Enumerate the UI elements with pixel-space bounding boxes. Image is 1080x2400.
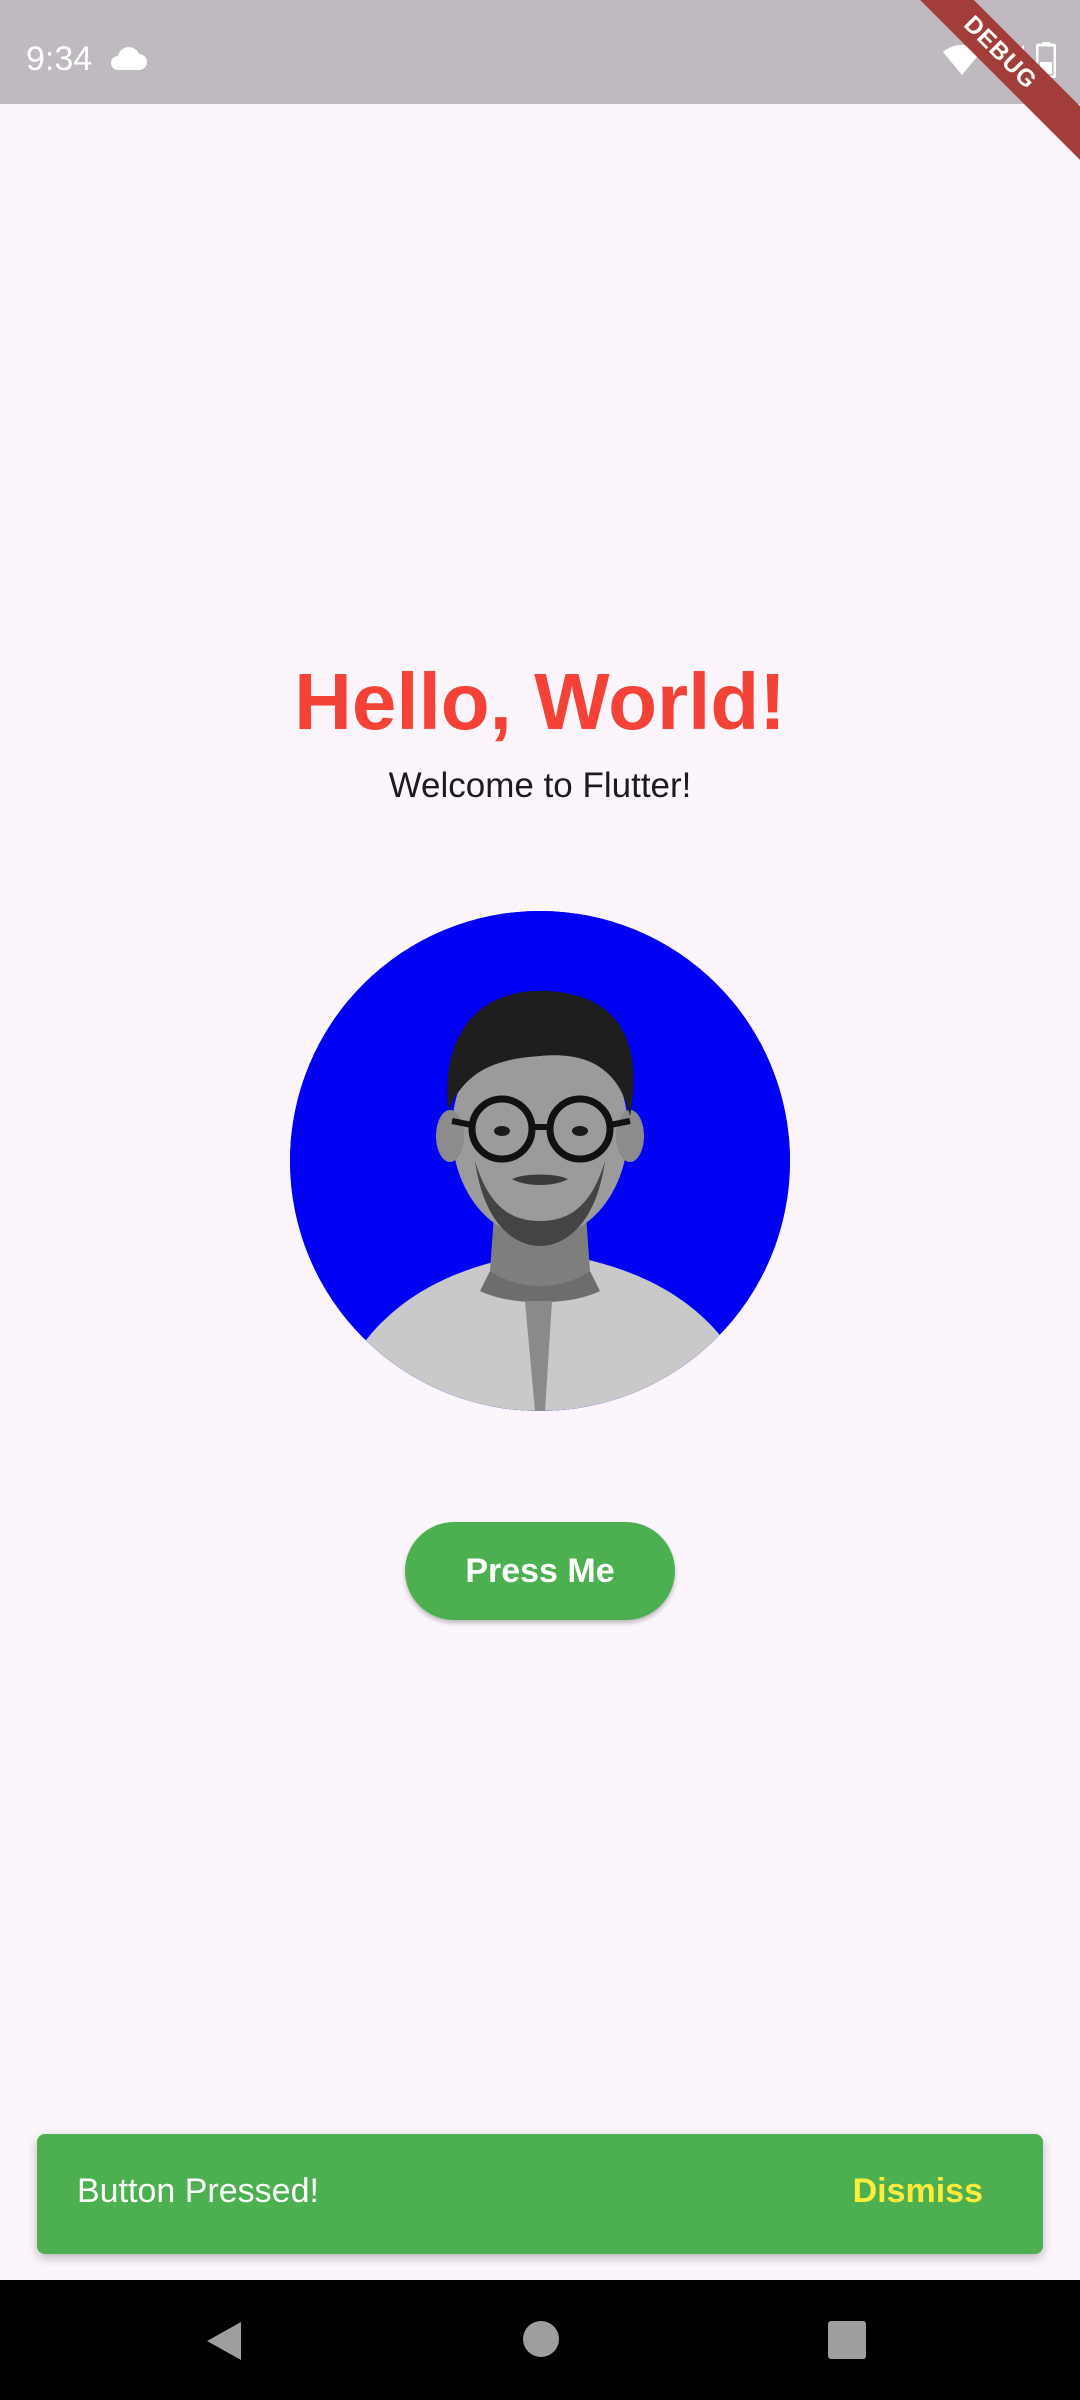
status-time: 9:34: [26, 40, 93, 78]
snackbar: Button Pressed! Dismiss: [37, 2134, 1043, 2254]
avatar: [290, 911, 790, 1411]
navigation-bar: [0, 2280, 1080, 2400]
page-subtitle: Welcome to Flutter!: [388, 766, 692, 805]
profile-photo: [290, 911, 790, 1411]
page-title: Hello, World!: [294, 657, 786, 746]
press-me-button[interactable]: Press Me: [405, 1522, 675, 1620]
status-bar: 9:34: [0, 0, 1080, 104]
app-screen: 9:34 DEBUG Hello, World! Welcome to Flut…: [0, 0, 1080, 2400]
recents-icon[interactable]: [828, 2321, 866, 2359]
snackbar-dismiss-button[interactable]: Dismiss: [853, 2172, 983, 2211]
home-icon[interactable]: [522, 2320, 560, 2358]
snackbar-message: Button Pressed!: [77, 2172, 319, 2210]
back-icon[interactable]: [205, 2320, 245, 2362]
cloud-icon: [111, 47, 147, 70]
